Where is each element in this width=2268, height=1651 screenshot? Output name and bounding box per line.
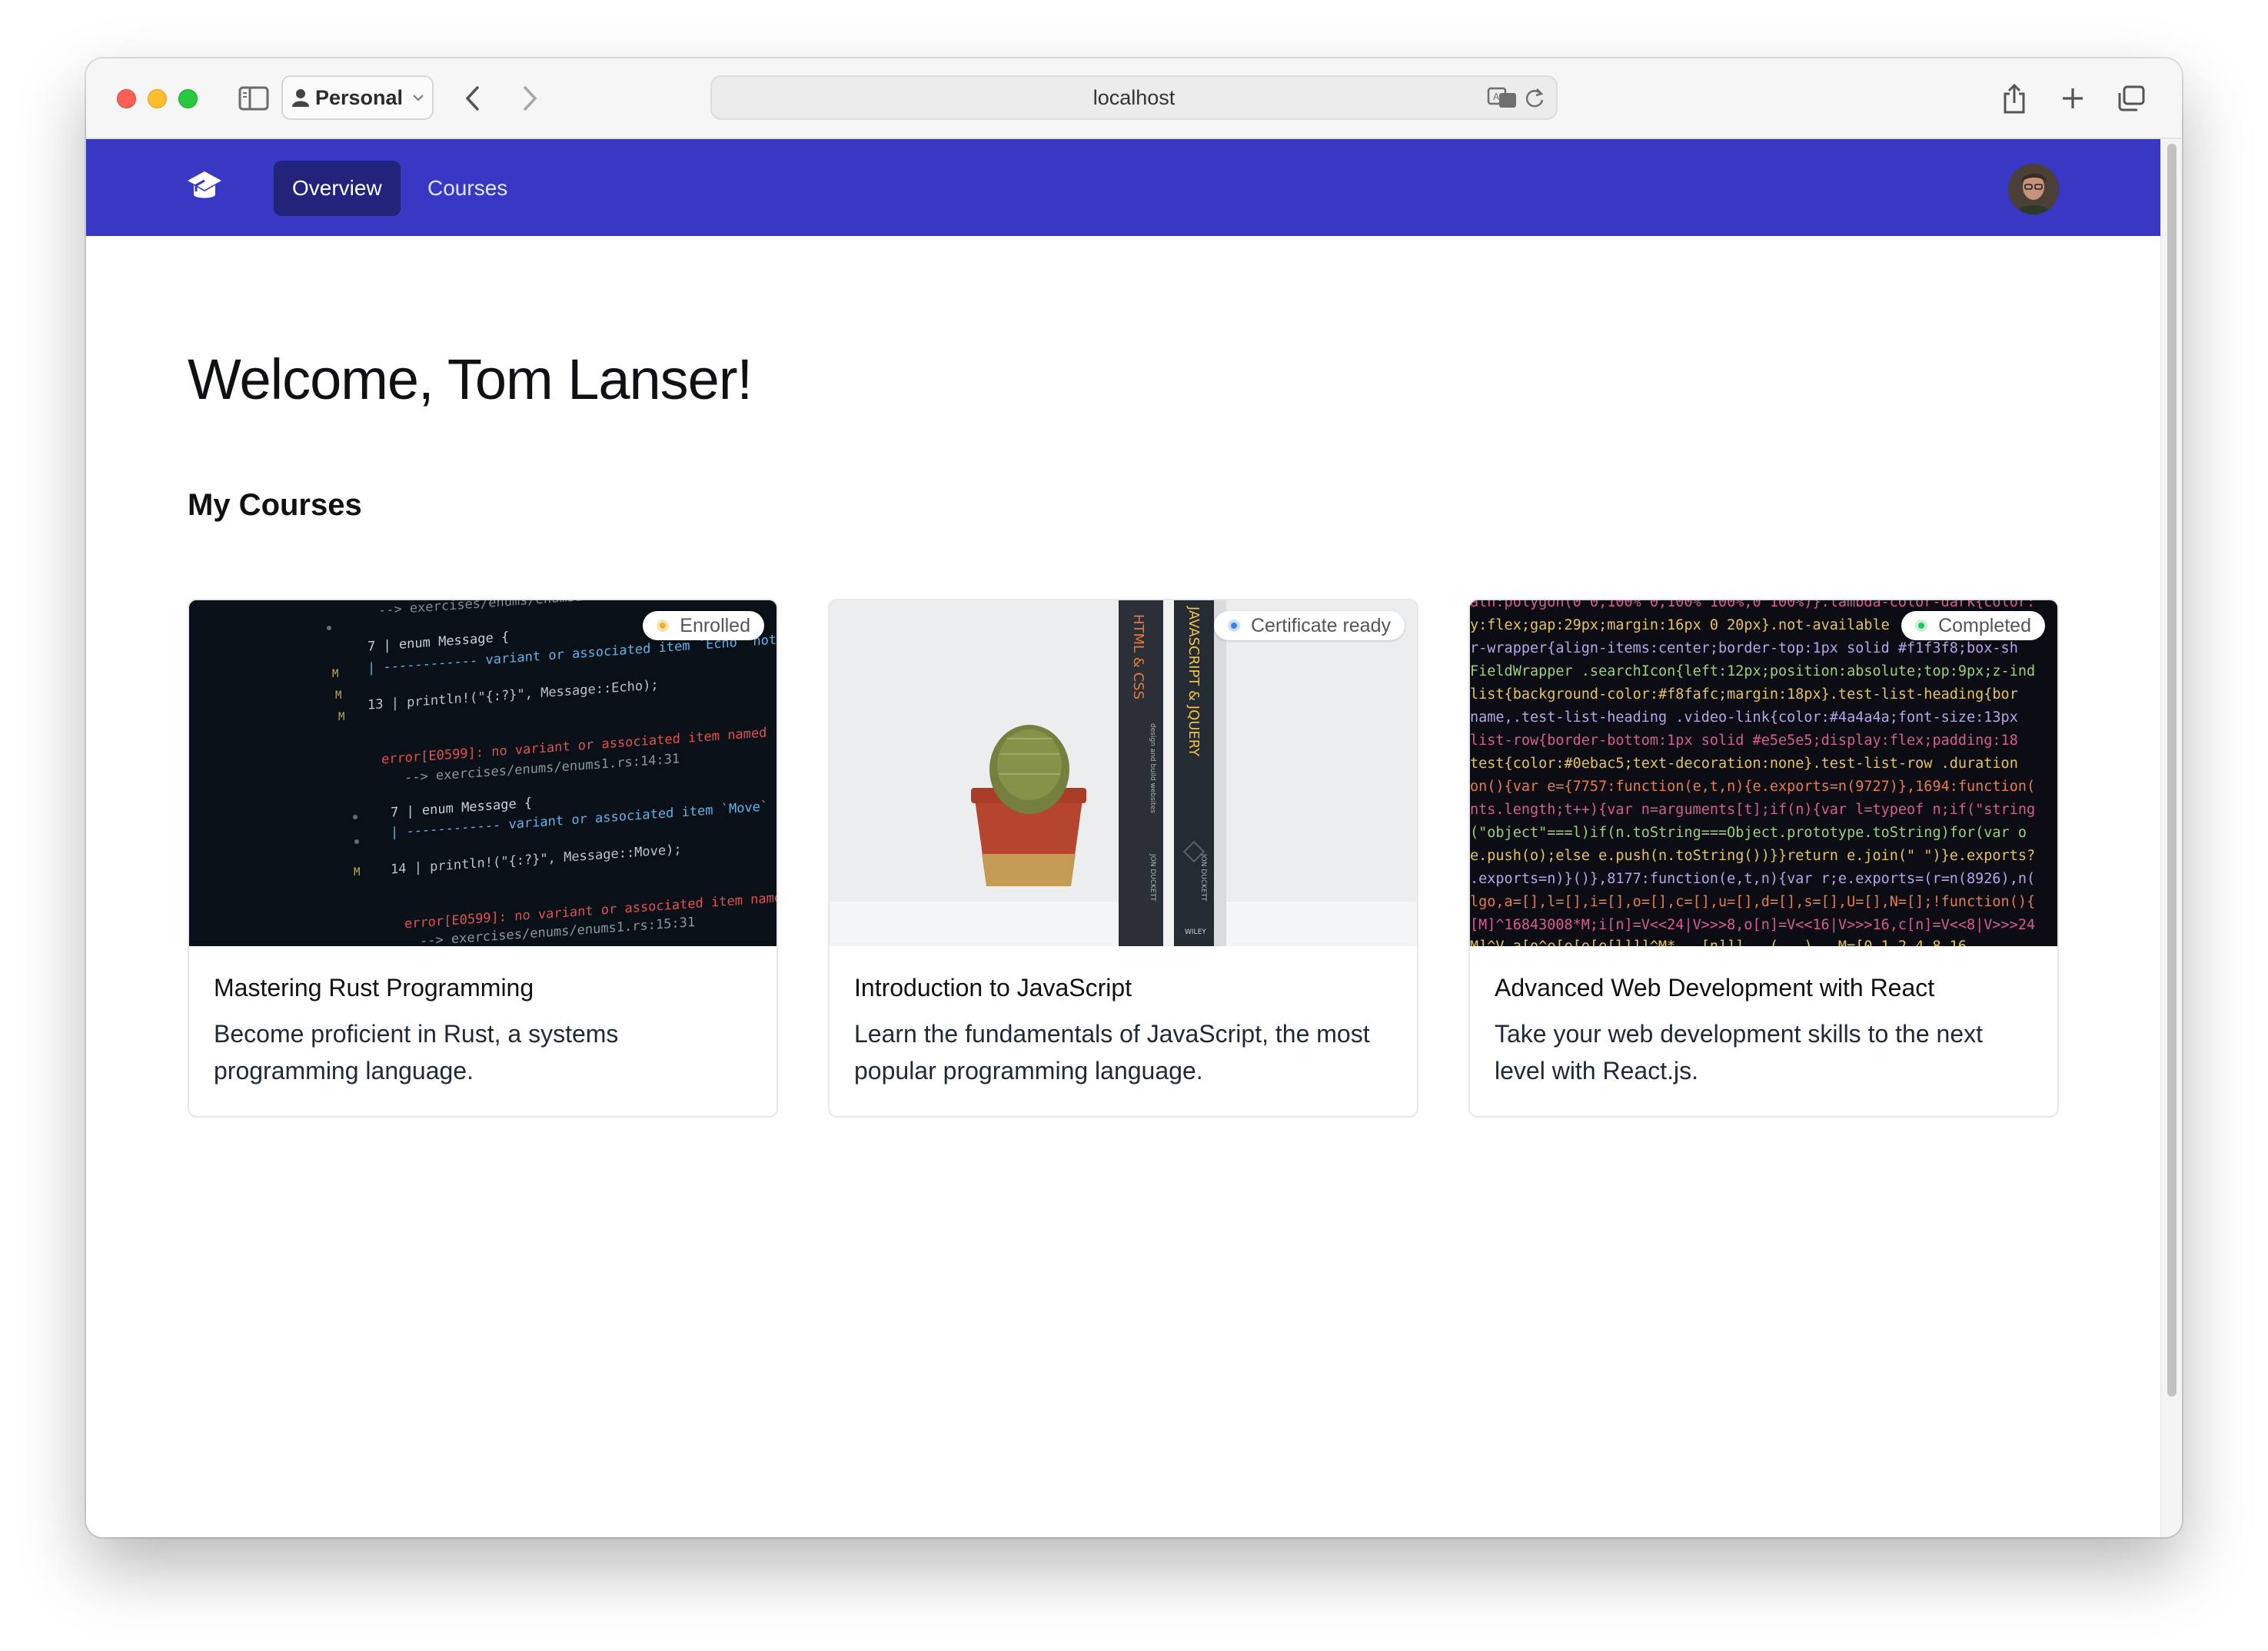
profile-label: Personal (315, 85, 404, 109)
minimize-window-button[interactable] (148, 89, 167, 108)
code-line: .exports=n)}()},8177:function(e,t,n){var… (1470, 871, 2035, 887)
code-line: y:flex;gap:29px;margin:16px 0 20px}.not-… (1470, 617, 1890, 633)
book-author: JON DUCKETT (1199, 853, 1207, 902)
course-description: Take your web development skills to the … (1495, 1020, 1983, 1085)
status-dot (657, 620, 670, 632)
course-card-javascript[interactable]: HTML & CSS JAVASCRIPT & JQUERY design an… (828, 599, 1418, 1118)
book-spine-html: HTML & CSS (1130, 614, 1146, 699)
share-icon[interactable] (1997, 81, 2031, 115)
zoom-window-button[interactable] (178, 89, 198, 108)
course-card-react[interactable]: ath:polygon(0 0,100% 0,100% 100%,0 100%)… (1468, 599, 2059, 1118)
profile-selector[interactable]: Personal (281, 75, 434, 120)
code-line: list-row{border-bottom:1px solid #e5e5e5… (1470, 732, 2018, 749)
course-description: Learn the fundamentals of JavaScript, th… (854, 1020, 1370, 1085)
course-title: Introduction to JavaScript (854, 974, 1132, 1002)
sidebar-toggle-icon[interactable] (237, 81, 271, 115)
book-spine-js: JAVASCRIPT & JQUERY (1186, 606, 1202, 757)
my-courses-heading: My Courses (188, 488, 362, 522)
translate-icon[interactable]: A (1487, 86, 1518, 109)
url-text: localhost (1092, 85, 1176, 109)
new-tab-icon[interactable] (2056, 81, 2090, 115)
status-badge: Enrolled (643, 611, 764, 640)
status-label: Completed (1938, 614, 2031, 636)
code-line: r-wrapper{align-items:center;border-top:… (1470, 640, 2018, 656)
user-avatar[interactable] (2008, 164, 2059, 214)
forward-icon[interactable] (514, 81, 547, 115)
chevron-down-icon (413, 95, 424, 101)
code-line: on(){var e={7757:function(e,t,n){e.expor… (1470, 779, 2035, 795)
welcome-heading: Welcome, Tom Lanser! (188, 347, 753, 411)
book-publisher: WILEY (1185, 928, 1206, 936)
code-line: ath:polygon(0 0,100% 0,100% 100%,0 100%)… (1470, 600, 2035, 610)
top-navbar: Overview Courses (86, 139, 2160, 236)
course-description: Become proficient in Rust, a systems pro… (214, 1020, 619, 1085)
tab-overview-icon[interactable] (2114, 81, 2148, 115)
cactus-books-photo-icon: HTML & CSS JAVASCRIPT & JQUERY design an… (830, 600, 1417, 946)
course-title: Advanced Web Development with React (1495, 974, 1935, 1002)
status-dot (1227, 620, 1240, 632)
rust-code-screenshot-icon: --> exercises/enums/enums1.rs:13: 7 | en… (189, 600, 777, 946)
course-card-rust[interactable]: --> exercises/enums/enums1.rs:13: 7 | en… (188, 599, 778, 1118)
code-line: list{background-color:#f8fafc;margin:18p… (1470, 686, 2018, 703)
reload-icon[interactable] (1524, 86, 1545, 109)
status-badge: Completed (1901, 611, 2045, 640)
status-dot (1915, 620, 1928, 632)
close-window-button[interactable] (117, 89, 136, 108)
code-line: nts.length;t++){var n=arguments[t];if(n)… (1470, 802, 2035, 818)
code-line: M]^V,a[o^e[e[e[e[l]]]^M*...[n]]]...(...)… (1470, 938, 1967, 946)
browser-window: Personal localhost A Overview Courses We… (86, 58, 2182, 1537)
code-line: lgo,a=[],l=[],i=[],o=[],c=[],u=[],d=[],s… (1470, 894, 2035, 910)
nav-overview[interactable]: Overview (274, 161, 401, 216)
css-code-screenshot-icon: ath:polygon(0 0,100% 0,100% 100%,0 100%)… (1470, 600, 2057, 946)
code-line: name,.test-list-heading .video-link{colo… (1470, 709, 2018, 726)
back-icon[interactable] (455, 81, 489, 115)
status-badge: Certificate ready (1213, 611, 1405, 640)
vertical-scrollbar[interactable] (2160, 139, 2182, 1537)
book-author: JON DUCKETT (1149, 853, 1156, 902)
svg-text:M: M (332, 668, 338, 680)
scrollbar-thumb[interactable] (2167, 144, 2177, 1397)
course-title: Mastering Rust Programming (214, 974, 534, 1002)
status-label: Enrolled (680, 614, 750, 636)
code-line: [M]^16843008*M;i[n]=V<<24|V>>>8,o[n]=V<<… (1470, 917, 2035, 933)
svg-text:M: M (354, 866, 360, 879)
person-icon (292, 89, 309, 107)
page-viewport: Overview Courses Welcome, Tom Lanser! My… (86, 139, 2160, 1537)
browser-toolbar: Personal localhost A (86, 58, 2182, 139)
book-subtitle: design and build websites (1149, 723, 1156, 813)
code-line: e.push(o);else e.push(n.toString())}}ret… (1470, 848, 2035, 864)
code-line: FieldWrapper .searchIcon{left:12px;posit… (1470, 663, 2035, 679)
code-line: ("object"===l)if(n.toString===Object.pro… (1470, 825, 2027, 841)
svg-text:M: M (338, 711, 344, 723)
code-line: test{color:#0ebac5;text-decoration:none}… (1470, 756, 2018, 772)
address-bar[interactable]: localhost A (710, 75, 1558, 120)
graduation-cap-icon[interactable] (186, 170, 223, 205)
svg-text:M: M (335, 689, 341, 702)
status-label: Certificate ready (1250, 614, 1391, 636)
svg-text:A: A (1493, 91, 1500, 102)
nav-courses[interactable]: Courses (409, 161, 526, 216)
